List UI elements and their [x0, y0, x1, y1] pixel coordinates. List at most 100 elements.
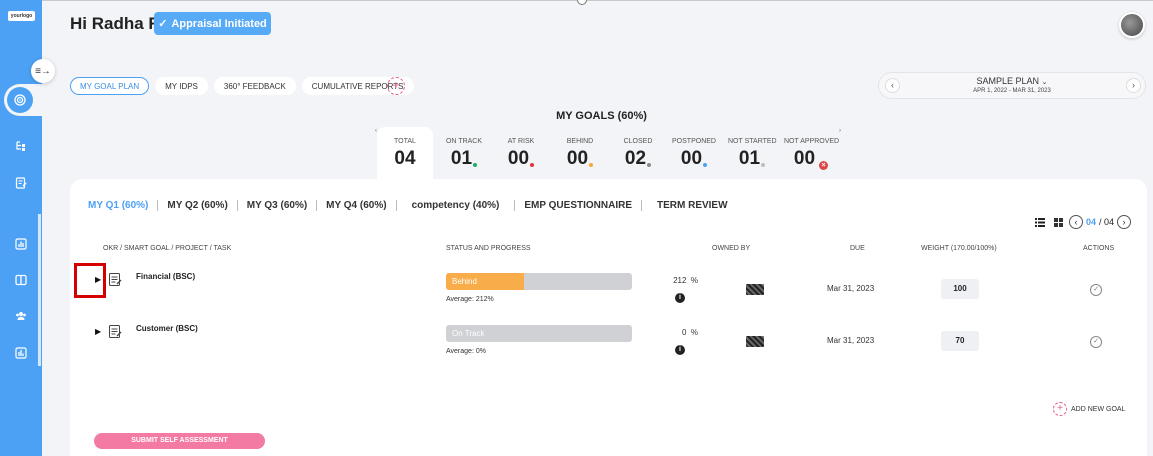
pager-prev-button[interactable]: ‹	[1069, 215, 1083, 229]
stat-closed[interactable]: CLOSED 02	[620, 138, 656, 170]
percent-number: 0	[681, 328, 687, 337]
percent-number: 212	[673, 276, 687, 285]
stat-postponed[interactable]: POSTPONED 00	[672, 138, 716, 170]
grid-view-icon[interactable]	[1054, 218, 1063, 227]
check-circle-icon[interactable]: ✓	[1090, 336, 1102, 348]
column-header-weight: WEIGHT (170.00/100%)	[921, 245, 997, 252]
stat-label: ON TRACK	[445, 138, 483, 145]
weight-input[interactable]: 70	[941, 331, 979, 351]
check-icon: ✓	[158, 18, 168, 30]
sidebar-item-analytics[interactable]	[13, 345, 29, 361]
tab-my-goal-plan[interactable]: MY GOAL PLAN	[70, 77, 150, 95]
stat-not-approved[interactable]: NOT APPROVED 00 ×	[784, 138, 840, 170]
close-circle-icon: ×	[819, 161, 829, 170]
sidebar-scrollbar[interactable]	[38, 214, 41, 366]
pager-next-button[interactable]: ›	[1117, 215, 1132, 229]
info-icon[interactable]: i	[675, 293, 685, 303]
percent-value: 0 %	[658, 328, 698, 337]
appraisal-status-button[interactable]: ✓ Appraisal Initiated	[154, 12, 271, 35]
user-avatar[interactable]	[1119, 12, 1145, 38]
quarter-tabs: MY Q1 (60%) MY Q2 (60%) MY Q3 (60%) MY Q…	[88, 200, 737, 211]
stat-value: 02	[624, 148, 647, 169]
stat-label: POSTPONED	[672, 138, 716, 145]
percent-value: 212 %	[658, 276, 698, 285]
stat-label: TOTAL	[394, 138, 416, 145]
sidebar-item-team[interactable]	[13, 308, 29, 324]
stat-total[interactable]: TOTAL 04	[388, 138, 422, 170]
status-dot	[473, 163, 478, 167]
sidebar-item-reports[interactable]	[13, 236, 29, 252]
main-tabs: MY GOAL PLAN MY IDPS 360° FEEDBACK CUMUL…	[70, 77, 414, 95]
tab-q1[interactable]: MY Q1 (60%)	[88, 200, 159, 211]
tab-q2[interactable]: MY Q2 (60%)	[158, 200, 238, 211]
tab-my-idps[interactable]: MY IDPS	[155, 77, 208, 95]
sidebar-collapse-button[interactable]: ≡→	[31, 59, 55, 83]
bar-chart-icon	[15, 238, 27, 250]
tab-360-feedback[interactable]: 360° FEEDBACK	[213, 77, 296, 95]
stat-value: 01	[738, 148, 761, 169]
stat-value: 00	[566, 148, 589, 169]
add-new-goal-button[interactable]: + ADD NEW GOAL	[1053, 402, 1125, 416]
owner-avatar[interactable]	[746, 284, 764, 295]
check-circle-icon[interactable]: ✓	[1090, 284, 1102, 296]
plan-name: SAMPLE PLAN	[976, 76, 1040, 86]
resize-handle[interactable]	[577, 0, 587, 5]
chevron-right-icon: ›	[1122, 217, 1126, 227]
plan-next-button[interactable]: ›	[1126, 78, 1141, 93]
stat-behind[interactable]: BEHIND 00	[562, 138, 598, 170]
stat-at-risk[interactable]: AT RISK 00	[503, 138, 539, 170]
stat-value: 01	[450, 148, 473, 169]
status-dot	[761, 163, 766, 167]
tab-emp-questionnaire[interactable]: EMP QUESTIONNAIRE	[515, 200, 642, 211]
column-header-actions: ACTIONS	[1083, 245, 1115, 252]
column-header-owned-by: OWNED BY	[712, 245, 751, 252]
progress-bar: Behind	[446, 273, 632, 290]
caret-right-icon[interactable]: ›	[839, 128, 841, 134]
tab-q4[interactable]: MY Q4 (60%)	[317, 200, 397, 211]
stat-value: 00	[793, 148, 816, 169]
list-view-icon[interactable]	[1035, 218, 1045, 227]
team-icon	[16, 312, 26, 320]
average-text: Average: 212%	[446, 296, 494, 303]
greeting-title: Hi Radha R	[70, 14, 161, 33]
sidebar-item-library[interactable]	[13, 272, 29, 288]
table-row[interactable]: ▶ Customer (BSC) On Track Average: 0% 0 …	[70, 321, 1147, 371]
due-date: Mar 31, 2023	[827, 284, 875, 293]
chevron-right-icon: ›	[1132, 80, 1135, 90]
stat-label: NOT APPROVED	[784, 138, 840, 145]
add-tab-button[interactable]: +	[387, 77, 405, 95]
progress-bar: On Track	[446, 325, 632, 342]
stat-not-started[interactable]: NOT STARTED 01	[728, 138, 777, 170]
submit-self-assessment-button[interactable]: SUBMIT SELF ASSESSMENT	[94, 433, 265, 449]
expand-row-icon[interactable]: ▶	[95, 327, 101, 336]
status-dot	[530, 163, 535, 167]
analytics-icon	[15, 347, 27, 359]
hierarchy-icon	[16, 141, 25, 151]
plan-dates: APR 1, 2022 - MAR 31, 2023	[973, 88, 1051, 94]
goal-name[interactable]: Customer (BSC)	[136, 324, 198, 333]
sidebar-item-hierarchy[interactable]	[13, 138, 29, 154]
weight-input[interactable]: 100	[941, 279, 979, 299]
edit-document-icon	[15, 177, 27, 189]
tab-competency[interactable]: competency (40%)	[397, 200, 516, 211]
progress-status-label: Behind	[452, 277, 477, 286]
plan-selector: ‹ SAMPLE PLAN ⌄ APR 1, 2022 - MAR 31, 20…	[878, 72, 1146, 99]
top-divider	[42, 0, 1153, 1]
info-icon[interactable]: i	[675, 345, 685, 355]
stat-on-track[interactable]: ON TRACK 01	[442, 138, 486, 170]
stat-label: AT RISK	[507, 138, 535, 145]
company-logo: yourlogo	[8, 11, 35, 21]
chevron-left-icon: ‹	[1074, 217, 1078, 227]
stat-value: 00	[680, 148, 703, 169]
stat-label: NOT STARTED	[728, 138, 777, 145]
goal-list-icon	[109, 325, 122, 338]
table-row[interactable]: ▶ Financial (BSC) Behind Average: 212% 2…	[70, 269, 1147, 319]
sidebar-item-reviews[interactable]	[13, 175, 29, 191]
annotation-highlight-box	[74, 263, 106, 298]
plan-dropdown[interactable]: SAMPLE PLAN ⌄	[879, 76, 1145, 86]
tab-term-review[interactable]: TERM REVIEW	[642, 200, 737, 211]
goal-name[interactable]: Financial (BSC)	[136, 272, 195, 281]
due-date: Mar 31, 2023	[827, 336, 875, 345]
owner-avatar[interactable]	[746, 336, 764, 347]
tab-q3[interactable]: MY Q3 (60%)	[238, 200, 318, 211]
